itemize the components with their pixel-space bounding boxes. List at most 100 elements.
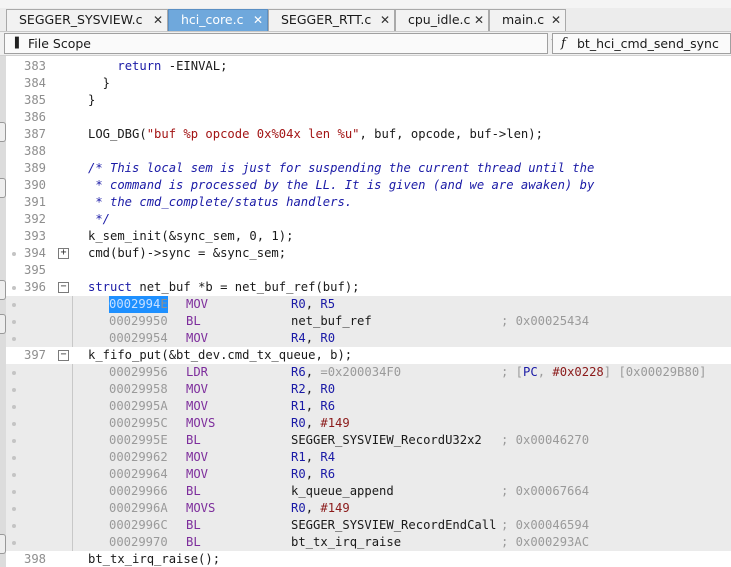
- disasm-row[interactable]: 00029956 LDR R6, =0x200034F0 ; [PC, #0x0…: [6, 364, 731, 381]
- source-line[interactable]: 386: [6, 109, 731, 126]
- source-line[interactable]: 396 − struct net_buf *b = net_buf_ref(bu…: [6, 279, 731, 296]
- disasm-row[interactable]: 00029954 MOV R4, R0: [6, 330, 731, 347]
- collapse-fold-icon[interactable]: −: [58, 282, 69, 293]
- close-icon[interactable]: ✕: [474, 10, 484, 30]
- breakpoint-dot[interactable]: [12, 405, 16, 409]
- source-line[interactable]: 390 * command is processed by the LL. It…: [6, 177, 731, 194]
- source-line[interactable]: 394 + cmd(buf)->sync = &sync_sem;: [6, 245, 731, 262]
- disasm-row[interactable]: 00029970 BL bt_tx_irq_raise ; 0x000293AC: [6, 534, 731, 551]
- close-icon[interactable]: ✕: [253, 10, 263, 30]
- operands: bt_tx_irq_raise: [291, 535, 402, 549]
- breakpoint-dot[interactable]: [12, 371, 16, 375]
- breakpoint-dot[interactable]: [12, 252, 16, 256]
- address: 0002995A: [109, 399, 168, 413]
- mnemonic: MOV: [186, 450, 209, 464]
- close-icon[interactable]: ✕: [551, 10, 561, 30]
- tab-segger-rtt[interactable]: SEGGER_RTT.c ✕: [268, 9, 395, 31]
- fold-guide: [72, 296, 73, 347]
- disasm-row[interactable]: 00029950 BL net_buf_ref ; 0x00025434: [6, 313, 731, 330]
- breakpoint-dot[interactable]: [12, 286, 16, 290]
- breakpoint-dot[interactable]: [12, 337, 16, 341]
- breakpoint-dot[interactable]: [12, 303, 16, 307]
- disasm-row[interactable]: 00029962 MOV R1, R4: [6, 449, 731, 466]
- disasm-row[interactable]: 0002996A MOVS R0, #149: [6, 500, 731, 517]
- close-icon[interactable]: ✕: [380, 10, 390, 30]
- address: 00029964: [109, 467, 168, 481]
- breakpoint-dot[interactable]: [12, 541, 16, 545]
- code-text: struct net_buf *b = net_buf_ref(buf);: [88, 280, 360, 294]
- tab-hci-core[interactable]: hci_core.c ✕: [168, 9, 268, 31]
- address: 0002996C: [109, 518, 168, 532]
- breakpoint-dot[interactable]: [12, 320, 16, 324]
- line-number: 390: [24, 178, 47, 192]
- function-combo[interactable]: f bt_hci_cmd_send_sync: [552, 33, 731, 54]
- address: 00029956: [109, 365, 168, 379]
- line-number: 389: [24, 161, 47, 175]
- breakpoint-dot[interactable]: [12, 456, 16, 460]
- tab-label: cpu_idle.c: [408, 12, 471, 27]
- disasm-row[interactable]: 0002994E MOV R0, R5: [6, 296, 731, 313]
- operands: R2, R0: [291, 382, 336, 396]
- breakpoint-dot[interactable]: [12, 473, 16, 477]
- collapse-fold-icon[interactable]: −: [58, 350, 69, 361]
- disasm-row[interactable]: 0002995E BL SEGGER_SYSVIEW_RecordU32x2 ;…: [6, 432, 731, 449]
- line-number: 383: [24, 59, 47, 73]
- tab-main[interactable]: main.c ✕: [489, 9, 566, 31]
- disasm-row[interactable]: 0002995C MOVS R0, #149: [6, 415, 731, 432]
- line-number: 387: [24, 127, 47, 141]
- address: 0002996A: [109, 501, 168, 515]
- disasm-row[interactable]: 0002995A MOV R1, R6: [6, 398, 731, 415]
- code-text: return -EINVAL;: [117, 59, 228, 73]
- source-line[interactable]: 391 * the cmd_complete/status handlers.: [6, 194, 731, 211]
- disasm-row[interactable]: 00029964 MOV R0, R6: [6, 466, 731, 483]
- line-number: 388: [24, 144, 47, 158]
- operands: net_buf_ref: [291, 314, 372, 328]
- tab-segger-sysview[interactable]: SEGGER_SYSVIEW.c ✕: [6, 9, 168, 31]
- code-text: bt_tx_irq_raise();: [88, 552, 221, 566]
- expand-fold-icon[interactable]: +: [58, 248, 69, 259]
- disasm-row[interactable]: 00029966 BL k_queue_append ; 0x00067664: [6, 483, 731, 500]
- source-line[interactable]: 397 − k_fifo_put(&bt_dev.cmd_tx_queue, b…: [6, 347, 731, 364]
- line-number: 386: [24, 110, 47, 124]
- disasm-row[interactable]: 00029958 MOV R2, R0: [6, 381, 731, 398]
- source-line[interactable]: 384 }: [6, 75, 731, 92]
- tab-label: SEGGER_SYSVIEW.c: [19, 12, 143, 27]
- code-comment: * the cmd_complete/status handlers.: [88, 195, 353, 209]
- tab-bar: SEGGER_SYSVIEW.c ✕ hci_core.c ✕ SEGGER_R…: [0, 0, 731, 32]
- mnemonic: MOV: [186, 382, 209, 396]
- source-line[interactable]: 398 bt_tx_irq_raise();: [6, 551, 731, 567]
- code-editor[interactable]: 383 return -EINVAL; 384 } 385 } 386 387 …: [0, 56, 731, 567]
- breakpoint-dot[interactable]: [12, 490, 16, 494]
- breakpoint-dot[interactable]: [12, 439, 16, 443]
- code-text: cmd(buf)->sync = &sync_sem;: [88, 246, 287, 260]
- source-line[interactable]: 389 /* This local sem is just for suspen…: [6, 160, 731, 177]
- close-icon[interactable]: ✕: [153, 10, 163, 30]
- source-line[interactable]: 392 */: [6, 211, 731, 228]
- line-number: 385: [24, 93, 47, 107]
- source-line[interactable]: 385 }: [6, 92, 731, 109]
- source-line[interactable]: 395: [6, 262, 731, 279]
- address: 00029958: [109, 382, 168, 396]
- scope-combo[interactable]: ▐ File Scope: [4, 33, 548, 54]
- source-line[interactable]: 387 LOG_DBG("buf %p opcode 0x%04x len %u…: [6, 126, 731, 143]
- tab-cpu-idle[interactable]: cpu_idle.c ✕: [395, 9, 489, 31]
- mnemonic: BL: [186, 518, 201, 532]
- current-address[interactable]: 0002994E: [109, 296, 168, 313]
- code-text: k_fifo_put(&bt_dev.cmd_tx_queue, b);: [88, 348, 353, 362]
- code-comment: * command is processed by the LL. It is …: [88, 178, 595, 192]
- mnemonic: MOV: [186, 297, 209, 311]
- source-line[interactable]: 383 return -EINVAL;: [6, 58, 731, 75]
- line-number: 398: [24, 552, 47, 566]
- breakpoint-dot[interactable]: [12, 524, 16, 528]
- source-line[interactable]: 393 k_sem_init(&sync_sem, 0, 1);: [6, 228, 731, 245]
- line-number: 384: [24, 76, 47, 90]
- source-line[interactable]: 388: [6, 143, 731, 160]
- code-text: }: [88, 76, 111, 90]
- breakpoint-dot[interactable]: [12, 507, 16, 511]
- breakpoint-dot[interactable]: [12, 388, 16, 392]
- line-number: 393: [24, 229, 47, 243]
- mnemonic: MOV: [186, 331, 209, 345]
- code-text: }: [88, 93, 96, 107]
- breakpoint-dot[interactable]: [12, 422, 16, 426]
- disasm-row[interactable]: 0002996C BL SEGGER_SYSVIEW_RecordEndCall…: [6, 517, 731, 534]
